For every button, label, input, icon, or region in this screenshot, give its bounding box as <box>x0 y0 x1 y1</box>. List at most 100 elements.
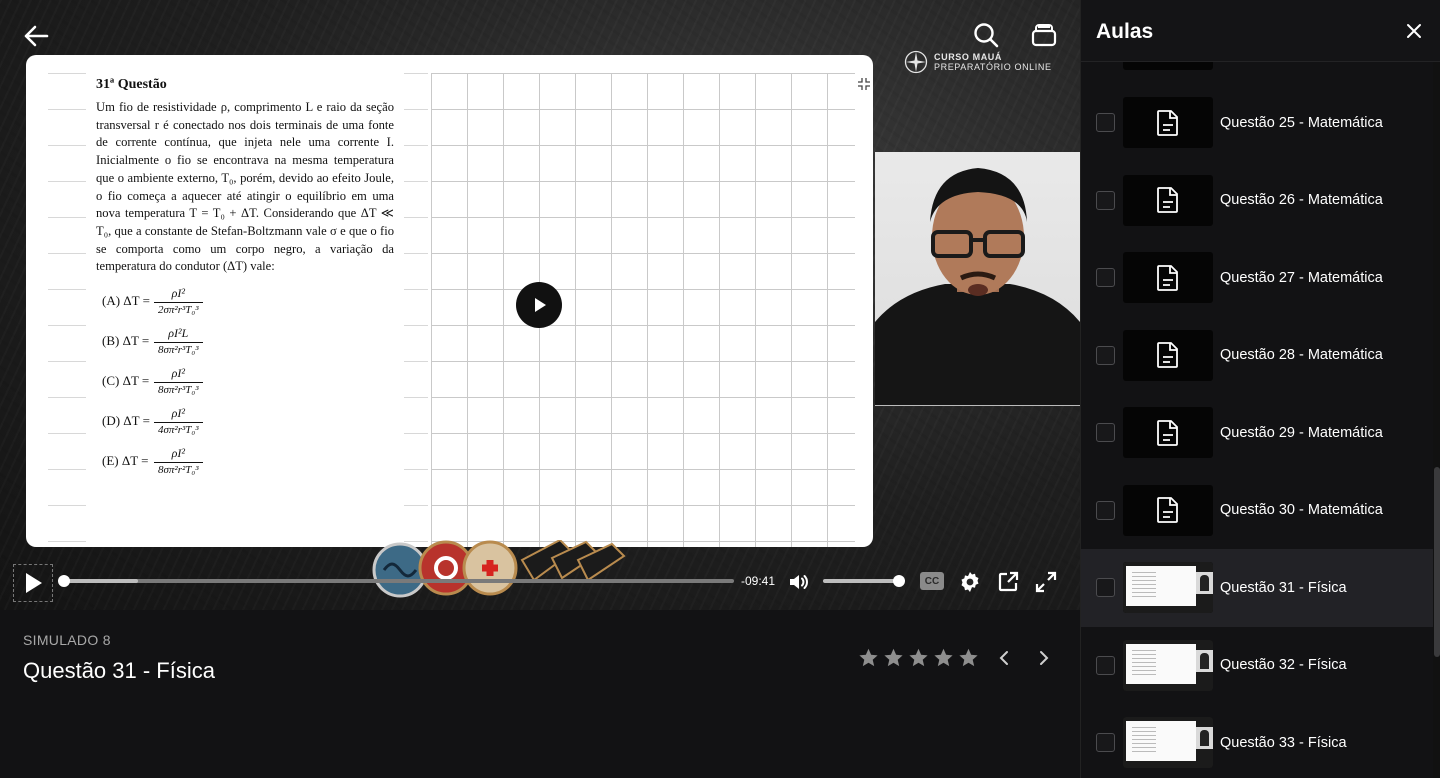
fraction-numerator: ρI² <box>171 366 185 381</box>
option-fraction: ρI² 8σπ²r³T₀³ <box>154 366 203 396</box>
instructor-webcam <box>875 152 1080 406</box>
captions-button[interactable]: CC <box>920 572 944 590</box>
lesson-item-label: Questão 32 - Física <box>1220 657 1347 674</box>
lesson-item-label: Questão 30 - Matemática <box>1220 502 1383 519</box>
settings-gear-icon[interactable] <box>958 570 982 594</box>
volume-knob[interactable] <box>893 575 905 587</box>
fraction-denominator: 2σπ²r³T₀³ <box>154 302 203 316</box>
document-thumbnail <box>1123 252 1213 304</box>
completion-checkbox[interactable] <box>1096 655 1115 675</box>
cart-icon[interactable] <box>1030 20 1058 50</box>
progress-bar[interactable] <box>58 575 734 587</box>
answer-option: (D) ΔT = ρI² 4σπ²r³T₀³ <box>96 406 394 436</box>
compass-logo-icon <box>904 50 928 74</box>
player-controls: -09:41 CC <box>0 560 1080 604</box>
logo-line-2: PREPARATÓRIO ONLINE <box>934 62 1052 72</box>
document-thumbnail <box>1123 174 1213 226</box>
completion-checkbox[interactable] <box>1096 345 1115 365</box>
document-thumbnail <box>1123 329 1213 381</box>
previous-lesson-icon[interactable] <box>995 648 1015 668</box>
lesson-list: Questão 25 - Matemática Questão 26 - Mate… <box>1081 84 1433 778</box>
lesson-list-item[interactable]: Questão 26 - Matemática <box>1081 162 1433 240</box>
document-icon <box>1157 109 1178 136</box>
document-icon <box>1157 264 1178 291</box>
option-label: (C) ΔT = <box>102 373 150 389</box>
option-label: (B) ΔT = <box>102 333 150 349</box>
question-box: 31ª Questão Um fio de resistividade ρ, c… <box>86 73 404 547</box>
completion-checkbox[interactable] <box>1096 500 1115 520</box>
rating-stars[interactable] <box>858 647 979 668</box>
play-button[interactable] <box>13 564 53 602</box>
scrollbar-thumb[interactable] <box>1434 467 1440 657</box>
lesson-item-label: Questão 28 - Matemática <box>1220 347 1383 364</box>
question-title: 31ª Questão <box>96 77 167 92</box>
completion-checkbox[interactable] <box>1096 268 1115 288</box>
curso-maua-logo: CURSO MAUÁ PREPARATÓRIO ONLINE <box>904 50 1052 74</box>
fraction-numerator: ρI² <box>171 286 185 301</box>
lesson-info: SIMULADO 8 Questão 31 - Física <box>0 610 1080 778</box>
play-icon <box>535 298 546 312</box>
video-thumbnail <box>1123 717 1213 769</box>
lesson-list-item[interactable]: Questão 28 - Matemática <box>1081 317 1433 395</box>
option-fraction: ρI² 4σπ²r³T₀³ <box>154 406 203 436</box>
back-arrow-icon[interactable] <box>22 22 50 50</box>
lesson-list-item[interactable]: Questão 29 - Matemática <box>1081 394 1433 472</box>
lesson-item-label: Questão 25 - Matemática <box>1220 114 1383 131</box>
video-player[interactable]: CURSO MAUÁ PREPARATÓRIO ONLINE 31ª Quest… <box>0 0 1080 610</box>
lesson-item-label: Questão 29 - Matemática <box>1220 424 1383 441</box>
volume-slider[interactable] <box>823 575 905 587</box>
sidebar-scrollbar[interactable] <box>1433 62 1440 778</box>
lesson-list-item[interactable]: Questão 27 - Matemática <box>1081 239 1433 317</box>
star-icon[interactable] <box>883 647 904 668</box>
document-icon <box>1157 419 1178 446</box>
lesson-list-item[interactable]: Questão 31 - Física <box>1081 549 1433 627</box>
lesson-list-item[interactable]: Questão 33 - Física <box>1081 704 1433 778</box>
instructor-portrait <box>875 168 1080 405</box>
fraction-denominator: 8σπ²r²T₀³ <box>154 462 203 476</box>
document-thumbnail <box>1123 407 1213 459</box>
lesson-title: Questão 31 - Física <box>23 658 215 683</box>
volume-icon[interactable] <box>787 570 811 594</box>
time-remaining: -09:41 <box>741 574 776 588</box>
lessons-sidebar: Aulas Questão 25 - Matemática Questão 26 … <box>1080 0 1440 778</box>
option-label: (A) ΔT = <box>102 293 150 309</box>
completion-checkbox[interactable] <box>1096 423 1115 443</box>
answer-option: (E) ΔT = ρI² 8σπ²r²T₀³ <box>96 446 394 476</box>
completion-checkbox[interactable] <box>1096 190 1115 210</box>
question-body: Um fio de resistividade ρ, comprimento L… <box>96 100 394 274</box>
course-subtitle: SIMULADO 8 <box>23 632 111 648</box>
play-icon <box>26 573 42 593</box>
completion-checkbox[interactable] <box>1096 733 1115 753</box>
fullscreen-icon[interactable] <box>1034 570 1058 594</box>
sidebar-title: Aulas <box>1096 20 1154 43</box>
star-icon[interactable] <box>858 647 879 668</box>
progress-knob[interactable] <box>58 575 70 587</box>
answer-option: (A) ΔT = ρI² 2σπ²r³T₀³ <box>96 286 394 316</box>
search-icon[interactable] <box>972 20 1000 50</box>
lesson-list-item[interactable]: Questão 32 - Física <box>1081 627 1433 705</box>
fraction-numerator: ρI²L <box>168 326 189 341</box>
completion-checkbox[interactable] <box>1096 113 1115 133</box>
lesson-list-item[interactable]: Questão 25 - Matemática <box>1081 84 1433 162</box>
close-icon[interactable] <box>1405 22 1423 40</box>
fraction-denominator: 8σπ²r³T₀³ <box>154 342 203 356</box>
center-play-button[interactable] <box>516 282 562 328</box>
completion-checkbox[interactable] <box>1096 578 1115 598</box>
option-fraction: ρI² 2σπ²r³T₀³ <box>154 286 203 316</box>
lesson-item-label: Questão 33 - Física <box>1220 734 1347 751</box>
video-thumbnail <box>1123 639 1213 691</box>
answer-options: (A) ΔT = ρI² 2σπ²r³T₀³ (B) ΔT = ρI²L 8σπ²r³T₀… <box>96 286 394 476</box>
next-lesson-icon[interactable] <box>1033 648 1053 668</box>
star-icon[interactable] <box>933 647 954 668</box>
fraction-denominator: 4σπ²r³T₀³ <box>154 422 203 436</box>
collapse-icon[interactable] <box>857 77 871 91</box>
answer-option: (C) ΔT = ρI² 8σπ²r³T₀³ <box>96 366 394 396</box>
document-thumbnail <box>1123 97 1213 149</box>
star-icon[interactable] <box>958 647 979 668</box>
lesson-list-item[interactable]: Questão 30 - Matemática <box>1081 472 1433 550</box>
star-icon[interactable] <box>908 647 929 668</box>
buffered-bar <box>64 579 138 583</box>
option-label: (E) ΔT = <box>102 453 149 469</box>
graph-grid <box>431 73 855 547</box>
popout-icon[interactable] <box>996 570 1020 594</box>
